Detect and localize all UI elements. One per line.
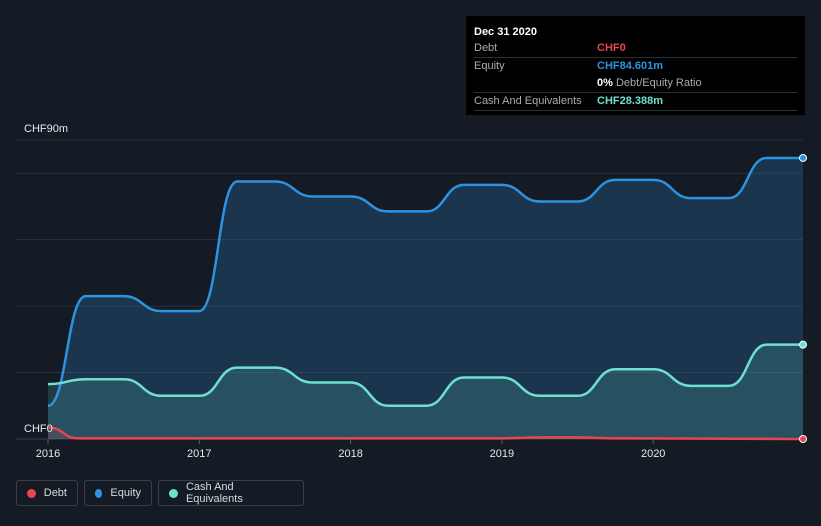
tooltip-row-debt: Debt CHF0	[474, 40, 797, 58]
tooltip-ratio-spacer	[474, 75, 597, 92]
legend-item-debt[interactable]: Debt	[16, 480, 78, 506]
debt-end-marker	[799, 435, 807, 443]
y-axis-top-label: CHF90m	[24, 123, 68, 135]
x-tick-label: 2016	[36, 448, 60, 460]
cash-and-equivalents-end-marker	[799, 340, 807, 349]
x-tick-label: 2019	[490, 448, 514, 460]
tooltip-debt-label: Debt	[474, 42, 498, 54]
tooltip-date: Dec 31 2020	[474, 26, 537, 38]
x-tick-label: 2018	[338, 448, 362, 460]
legend-item-equity[interactable]: Equity	[84, 480, 152, 506]
legend-cash-label: Cash And Equivalents	[185, 481, 243, 505]
y-axis-bottom-label: CHF0	[24, 423, 53, 435]
tooltip-ratio-label: Debt/Equity Ratio	[615, 77, 702, 89]
legend-equity-label: Equity	[110, 487, 141, 499]
tooltip-debt-value: CHF0	[597, 42, 626, 54]
tooltip-row-equity: Equity CHF84.601m	[474, 58, 797, 75]
equity-end-marker	[799, 153, 807, 162]
legend-item-cash[interactable]: Cash And Equivalents	[158, 480, 304, 506]
tooltip-cash-value: CHF28.388m	[597, 95, 664, 107]
x-tick-label: 2017	[187, 448, 211, 460]
x-axis-ticks: 2016 2017 2018 2019 2020	[36, 439, 665, 460]
x-tick-label: 2020	[641, 448, 665, 460]
debt-dot-icon	[27, 488, 36, 498]
tooltip-equity-value: CHF84.601m	[597, 60, 664, 72]
cash-dot-icon	[169, 488, 178, 498]
data-tooltip: Dec 31 2020 Debt CHF0 Equity CHF84.601m …	[466, 16, 805, 115]
tooltip-ratio: 0% Debt/Equity Ratio	[597, 75, 702, 92]
legend-debt-label: Debt	[43, 487, 67, 499]
tooltip-equity-label: Equity	[474, 60, 505, 72]
tooltip-ratio-value: 0%	[597, 77, 613, 89]
equity-dot-icon	[95, 488, 103, 498]
tooltip-row-cash: Cash And Equivalents CHF28.388m	[474, 93, 797, 111]
tooltip-cash-label: Cash And Equivalents	[474, 95, 582, 107]
tooltip-row-ratio: 0% Debt/Equity Ratio	[474, 75, 797, 93]
